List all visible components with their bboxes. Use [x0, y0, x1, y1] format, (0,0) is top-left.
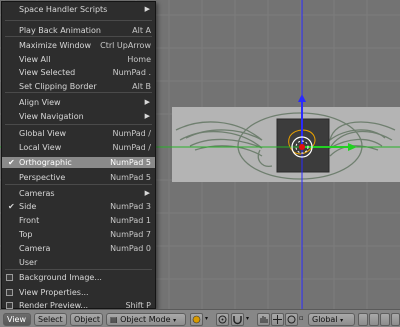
menu-item-view-selected[interactable]: View Selected NumPad . — [2, 67, 155, 78]
view-menu-button[interactable]: View — [3, 313, 31, 326]
chevron-down-icon: ▾ — [173, 317, 177, 324]
menu-item-view-properties[interactable]: View Properties... — [2, 287, 155, 298]
translate-icon[interactable] — [271, 313, 284, 326]
checkmark-icon: ✔ — [8, 202, 15, 211]
menu-item-align-view[interactable]: Align View ▶ — [2, 97, 155, 108]
menu-item-shortcut: NumPad 7 — [110, 230, 151, 239]
menu-item-camera[interactable]: Camera NumPad 0 — [2, 243, 155, 254]
menu-separator — [5, 36, 152, 37]
menu-item-label: Perspective — [19, 173, 66, 182]
select-menu-button[interactable]: Select — [34, 313, 67, 326]
object-menu-button[interactable]: Object — [70, 313, 103, 326]
layer-button-2[interactable] — [369, 313, 379, 326]
submenu-arrow-icon: ▶ — [144, 5, 150, 13]
submenu-arrow-icon: ▶ — [144, 189, 150, 197]
menu-item-label: Cameras — [19, 189, 55, 198]
menu-item-label: Background Image... — [19, 273, 102, 282]
mode-label: Object Mode — [120, 315, 171, 324]
menu-item-shortcut: NumPad 3 — [110, 202, 151, 211]
menu-separator — [5, 269, 152, 270]
menu-item-global-view[interactable]: Global View NumPad / — [2, 128, 155, 139]
menu-item-label: Global View — [19, 129, 67, 138]
pivot-point-icon[interactable] — [216, 313, 229, 326]
menu-separator — [5, 20, 152, 21]
menu-item-label: View Navigation — [19, 112, 84, 121]
menu-item-label: View Selected — [19, 68, 76, 77]
menu-item-local-view[interactable]: Local View NumPad / — [2, 142, 155, 153]
menu-item-label: View Properties... — [19, 288, 89, 297]
orientation-label: Global — [312, 315, 338, 324]
menu-item-shortcut: NumPad / — [112, 129, 151, 138]
menu-item-maximize-window[interactable]: Maximize Window Ctrl UpArrow — [2, 40, 155, 51]
menu-item-shortcut: NumPad / — [112, 143, 151, 152]
menu-item-label: Top — [19, 230, 33, 239]
menu-item-shortcut: NumPad 5 — [110, 173, 151, 182]
menu-item-label: Front — [19, 216, 40, 225]
menu-item-space-handler-scripts[interactable]: Space Handler Scripts ▶ — [2, 4, 155, 15]
menu-item-background-image[interactable]: Background Image... — [2, 272, 155, 283]
menu-separator — [5, 124, 152, 125]
preview-icon — [6, 302, 13, 309]
menu-item-shortcut: Ctrl UpArrow — [100, 41, 151, 50]
orientation-selector[interactable]: Global ▾ — [308, 313, 355, 326]
shading-chevron-icon[interactable]: ▾ — [205, 313, 215, 326]
menu-item-side[interactable]: ✔ Side NumPad 3 — [2, 201, 155, 212]
menu-item-shortcut: Home — [127, 55, 151, 64]
menu-item-perspective[interactable]: Perspective NumPad 5 — [2, 172, 155, 183]
chevron-down-icon: ▾ — [340, 317, 344, 324]
properties-icon — [6, 289, 13, 296]
menu-item-label: Play Back Animation — [19, 26, 101, 35]
checkmark-icon: ✔ — [8, 158, 15, 167]
view-menu[interactable]: Space Handler Scripts ▶ Play Back Animatio… — [1, 1, 156, 310]
submenu-arrow-icon: ▶ — [144, 98, 150, 106]
menu-item-label: Camera — [19, 244, 51, 253]
menu-item-shortcut: NumPad 0 — [110, 244, 151, 253]
menu-item-label: Align View — [19, 98, 61, 107]
hand-icon[interactable] — [257, 313, 270, 326]
menu-separator — [5, 92, 152, 93]
menu-item-label: Local View — [19, 143, 62, 152]
menu-item-top[interactable]: Top NumPad 7 — [2, 229, 155, 240]
menu-item-label: View All — [19, 55, 51, 64]
menu-item-shortcut: NumPad 1 — [110, 216, 151, 225]
magnet-icon[interactable] — [231, 313, 244, 326]
menu-item-set-clipping-border[interactable]: Set Clipping Border Alt B — [2, 81, 155, 92]
menu-item-play-back-animation[interactable]: Play Back Animation Alt A — [2, 25, 155, 36]
menu-item-label: Set Clipping Border — [19, 82, 97, 91]
3d-view-header: View Select Object ▤ Object Mode ▾ ▾ ▾ ▫… — [0, 309, 400, 327]
menu-item-label: Side — [19, 202, 37, 211]
menu-item-cameras[interactable]: Cameras ▶ — [2, 188, 155, 199]
menu-item-label: Space Handler Scripts — [19, 5, 108, 14]
mode-icon: ▤ — [110, 315, 118, 324]
menu-item-shortcut: NumPad 5 — [110, 158, 151, 167]
layer-button-4[interactable] — [391, 313, 400, 326]
submenu-arrow-icon: ▶ — [144, 112, 150, 120]
menu-item-label: Orthographic — [19, 158, 72, 167]
menu-item-orthographic[interactable]: ✔ Orthographic NumPad 5 — [2, 157, 155, 168]
menu-item-user[interactable]: User — [2, 257, 155, 268]
layer-button-1[interactable] — [358, 313, 368, 326]
menu-item-front[interactable]: Front NumPad 1 — [2, 215, 155, 226]
shading-mode-icon[interactable] — [190, 313, 203, 326]
menu-item-label: User — [19, 258, 38, 267]
menu-item-view-all[interactable]: View All Home — [2, 54, 155, 65]
menu-item-label: Maximize Window — [19, 41, 91, 50]
menu-item-shortcut: Alt B — [132, 82, 151, 91]
menu-item-shortcut: NumPad . — [112, 68, 151, 77]
rotate-icon[interactable] — [285, 313, 298, 326]
layer-button-3[interactable] — [380, 313, 390, 326]
menu-item-view-navigation[interactable]: View Navigation ▶ — [2, 111, 155, 122]
menu-separator — [5, 184, 152, 185]
proportional-chevron-icon[interactable]: ▾ — [246, 313, 256, 326]
mode-selector[interactable]: ▤ Object Mode ▾ — [106, 313, 186, 326]
image-icon — [6, 274, 13, 281]
menu-item-shortcut: Alt A — [132, 26, 151, 35]
